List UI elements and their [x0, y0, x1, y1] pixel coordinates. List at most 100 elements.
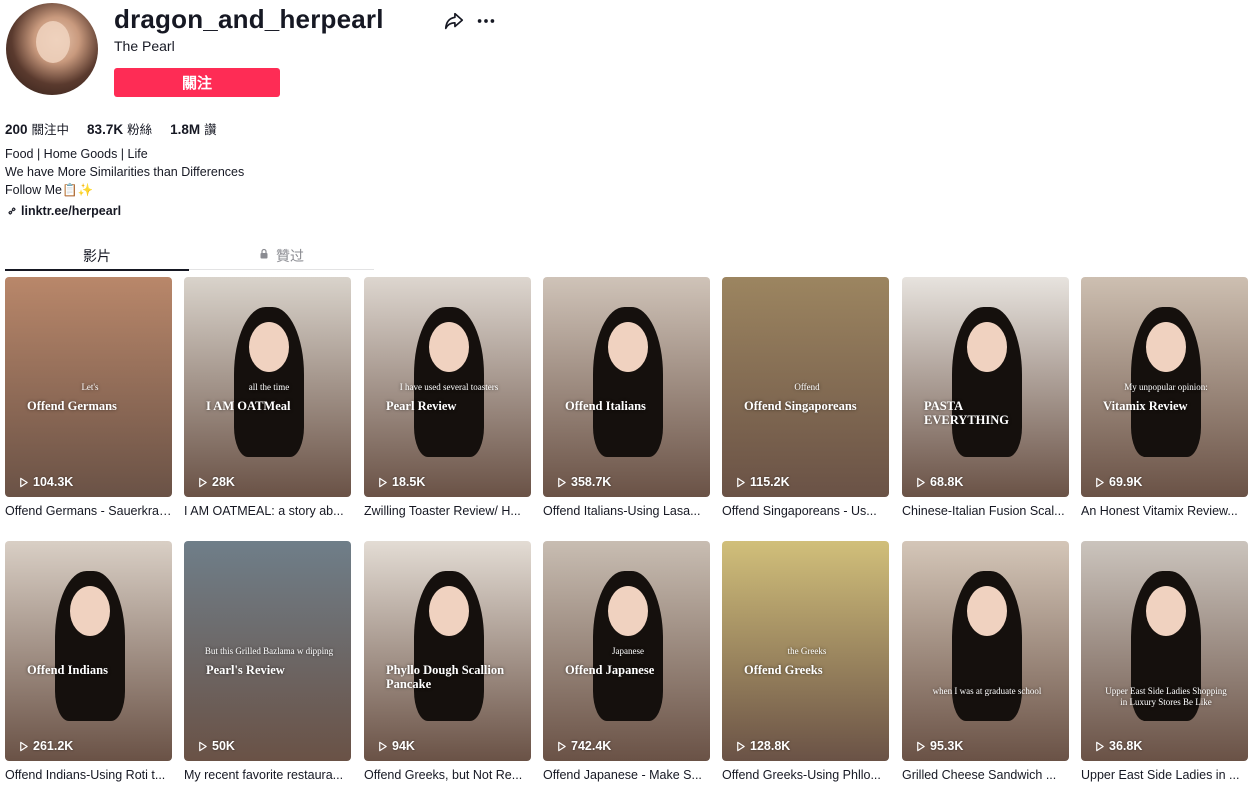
more-options-icon[interactable] — [475, 10, 497, 32]
play-icon — [558, 741, 566, 751]
play-icon — [199, 477, 207, 487]
thumbnail-overlay-subtitle: Upper East Side Ladies Shopping in Luxur… — [1105, 686, 1227, 707]
video-thumbnail[interactable]: Pearl's Review But this Grilled Bazlama w… — [184, 541, 351, 761]
video-card[interactable]: Vitamix Review My unpopular opinion: 69.9K… — [1081, 277, 1248, 518]
view-count: 742.4K — [556, 739, 611, 753]
video-thumbnail[interactable]: Offend Singaporeans Offend 115.2K — [722, 277, 889, 497]
bio-line: Food | Home Goods | Life — [5, 147, 148, 161]
video-thumbnail[interactable]: Offend Indians 261.2K — [5, 541, 172, 761]
play-icon — [20, 477, 28, 487]
thumbnail-face — [967, 586, 1007, 636]
thumbnail-face — [608, 322, 648, 372]
play-icon — [1096, 477, 1104, 487]
video-caption[interactable]: Offend Singaporeans - Us... — [722, 504, 889, 518]
play-icon — [199, 741, 207, 751]
tab-videos[interactable]: 影片 — [5, 240, 189, 271]
thumbnail-overlay-subtitle: I have used several toasters — [399, 382, 499, 392]
thumbnail-overlay-title: Offend Germans — [27, 399, 117, 413]
tab-liked[interactable]: 贊过 — [189, 240, 373, 269]
view-count-value: 358.7K — [571, 475, 612, 489]
video-thumbnail[interactable]: Offend Japanese Japanese 742.4K — [543, 541, 710, 761]
video-caption[interactable]: Grilled Cheese Sandwich ... — [902, 768, 1069, 782]
avatar[interactable] — [6, 3, 98, 95]
video-caption[interactable]: I AM OATMEAL: a story ab... — [184, 504, 351, 518]
video-caption[interactable]: Offend Germans - Sauerkraut... — [5, 504, 172, 518]
view-count-value: 115.2K — [750, 475, 790, 489]
thumbnail-overlay-subtitle: Offend — [794, 382, 820, 392]
followers-count[interactable]: 83.7K 粉絲 — [87, 119, 152, 138]
thumbnail-overlay-subtitle: Japanese — [612, 646, 644, 656]
view-count-value: 50K — [212, 739, 235, 753]
video-thumbnail[interactable]: I AM OATMeal all the time 28K — [184, 277, 351, 497]
video-caption[interactable]: An Honest Vitamix Review... — [1081, 504, 1248, 518]
video-caption[interactable]: My recent favorite restaura... — [184, 768, 351, 782]
video-caption[interactable]: Zwilling Toaster Review/ H... — [364, 504, 531, 518]
video-card[interactable]: I AM OATMeal all the time 28K I AM OATMEAL:… — [184, 277, 351, 518]
profile-stats: 200 關注中 83.7K 粉絲 1.8M 讚 — [5, 119, 217, 138]
video-card[interactable]: Offend Italians 358.7K Offend Italians-Usi… — [543, 277, 710, 518]
video-thumbnail[interactable]: PASTA EVERYTHING 68.8K — [902, 277, 1069, 497]
thumbnail-overlay-title: Offend Singaporeans — [744, 399, 857, 413]
view-count: 128.8K — [735, 739, 790, 753]
view-count: 95.3K — [915, 739, 963, 753]
thumbnail-face — [967, 322, 1007, 372]
thumbnail-overlay-title: Pearl Review — [386, 399, 457, 413]
video-thumbnail[interactable]: when I was at graduate school 95.3K — [902, 541, 1069, 761]
video-card[interactable]: Offend Japanese Japanese 742.4K Offend Japa… — [543, 541, 710, 782]
thumbnail-overlay-subtitle: My unpopular opinion: — [1124, 382, 1208, 392]
follow-button[interactable]: 關注 — [114, 68, 280, 97]
thumbnail-overlay-title: PASTA EVERYTHING — [924, 399, 1009, 427]
thumbnail-overlay-title: Offend Greeks — [744, 663, 823, 677]
video-card[interactable]: when I was at graduate school 95.3K Grille… — [902, 541, 1069, 782]
video-thumbnail[interactable]: Offend Greeks the Greeks 128.8K — [722, 541, 889, 761]
thumbnail-overlay-subtitle: Let's — [81, 382, 99, 392]
play-icon — [1096, 741, 1104, 751]
play-icon — [917, 477, 925, 487]
share-icon[interactable] — [443, 10, 465, 32]
play-icon — [737, 741, 745, 751]
video-card[interactable]: Pearl's Review But this Grilled Bazlama w… — [184, 541, 351, 782]
video-caption[interactable]: Offend Greeks, but Not Re... — [364, 768, 531, 782]
video-card[interactable]: Offend Germans Let's 104.3K Offend Germans … — [5, 277, 172, 518]
video-card[interactable]: Upper East Side Ladies Shopping in Luxur… — [1081, 541, 1248, 782]
video-thumbnail[interactable]: Offend Germans Let's 104.3K — [5, 277, 172, 497]
video-card[interactable]: Offend Indians 261.2K Offend Indians-Using… — [5, 541, 172, 782]
view-count: 69.9K — [1094, 475, 1142, 489]
video-caption[interactable]: Chinese-Italian Fusion Scal... — [902, 504, 1069, 518]
view-count: 104.3K — [18, 475, 73, 489]
video-thumbnail[interactable]: Pearl Review I have used several toasters… — [364, 277, 531, 497]
video-card[interactable]: Offend Greeks the Greeks 128.8K Offend Gree… — [722, 541, 889, 782]
video-card[interactable]: Offend Singaporeans Offend 115.2K Offend Si… — [722, 277, 889, 518]
thumbnail-overlay-title: Offend Indians — [27, 663, 108, 677]
view-count-value: 94K — [392, 739, 415, 753]
video-caption[interactable]: Upper East Side Ladies in ... — [1081, 768, 1248, 782]
video-caption[interactable]: Offend Greeks-Using Phllo... — [722, 768, 889, 782]
play-icon — [379, 741, 387, 751]
video-thumbnail[interactable]: Vitamix Review My unpopular opinion: 69.9K — [1081, 277, 1248, 497]
video-caption[interactable]: Offend Italians-Using Lasa... — [543, 504, 710, 518]
play-icon — [379, 477, 387, 487]
view-count: 68.8K — [915, 475, 963, 489]
view-count: 115.2K — [735, 475, 790, 489]
video-caption[interactable]: Offend Japanese - Make S... — [543, 768, 710, 782]
thumbnail-face — [1146, 322, 1186, 372]
thumbnail-overlay-subtitle: the Greeks — [787, 646, 827, 656]
video-thumbnail[interactable]: Offend Italians 358.7K — [543, 277, 710, 497]
view-count: 36.8K — [1094, 739, 1142, 753]
video-card[interactable]: Pearl Review I have used several toasters… — [364, 277, 531, 518]
view-count-value: 742.4K — [571, 739, 612, 753]
play-icon — [20, 741, 28, 751]
video-card[interactable]: PASTA EVERYTHING 68.8K Chinese-Italian Fus… — [902, 277, 1069, 518]
video-thumbnail[interactable]: Phyllo Dough Scallion Pancake 94K — [364, 541, 531, 761]
lock-icon — [260, 248, 268, 259]
thumbnail-overlay-subtitle: all the time — [248, 382, 290, 392]
following-count[interactable]: 200 關注中 — [5, 119, 69, 138]
profile-bio: Food | Home Goods | Life We have More Si… — [5, 145, 244, 199]
thumbnail-overlay-title: Offend Japanese — [565, 663, 655, 677]
video-thumbnail[interactable]: Upper East Side Ladies Shopping in Luxur… — [1081, 541, 1248, 761]
link-icon — [8, 207, 16, 215]
video-caption[interactable]: Offend Indians-Using Roti t... — [5, 768, 172, 782]
profile-link[interactable]: linktr.ee/herpearl — [6, 204, 121, 218]
view-count-value: 68.8K — [930, 475, 964, 489]
video-card[interactable]: Phyllo Dough Scallion Pancake 94K Offend G… — [364, 541, 531, 782]
